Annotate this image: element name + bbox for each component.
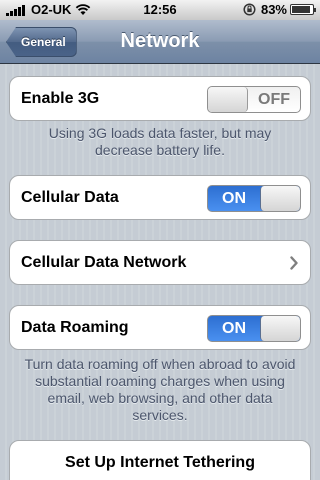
toggle-knob: [260, 186, 300, 211]
status-bar: O2-UK 12:56 83%: [0, 0, 320, 20]
cellular-data-row: Cellular Data ON: [9, 175, 311, 220]
enable-3g-footnote: Using 3G loads data faster, but may decr…: [48, 125, 272, 158]
enable-3g-label: Enable 3G: [21, 90, 100, 107]
toggle-state-label: ON: [222, 320, 246, 337]
toggle-state-label: ON: [222, 190, 246, 207]
enable-3g-toggle[interactable]: OFF: [207, 86, 301, 113]
navigation-bar: General Network: [0, 20, 320, 64]
cellular-data-network-label: Cellular Data Network: [21, 254, 187, 271]
page-title: Network: [120, 30, 200, 52]
battery-icon: [290, 4, 316, 15]
tethering-row[interactable]: Set Up Internet Tethering: [9, 440, 311, 480]
toggle-knob: [208, 87, 248, 112]
enable-3g-row: Enable 3G OFF: [9, 76, 311, 121]
cellular-data-network-row[interactable]: Cellular Data Network: [9, 240, 311, 285]
tethering-label: Set Up Internet Tethering: [65, 454, 255, 471]
toggle-knob: [260, 316, 300, 341]
data-roaming-toggle[interactable]: ON: [207, 315, 301, 342]
cellular-data-toggle[interactable]: ON: [207, 185, 301, 212]
chevron-right-icon: [290, 256, 298, 270]
data-roaming-label: Data Roaming: [21, 319, 129, 336]
rotation-lock-icon: [243, 3, 256, 16]
status-right: 83%: [243, 2, 316, 17]
data-roaming-footnote: Turn data roaming off when abroad to avo…: [24, 356, 296, 423]
battery-percent: 83%: [260, 2, 287, 17]
toggle-state-label: OFF: [258, 91, 290, 108]
cellular-data-label: Cellular Data: [21, 189, 119, 206]
data-roaming-row: Data Roaming ON: [9, 305, 311, 350]
